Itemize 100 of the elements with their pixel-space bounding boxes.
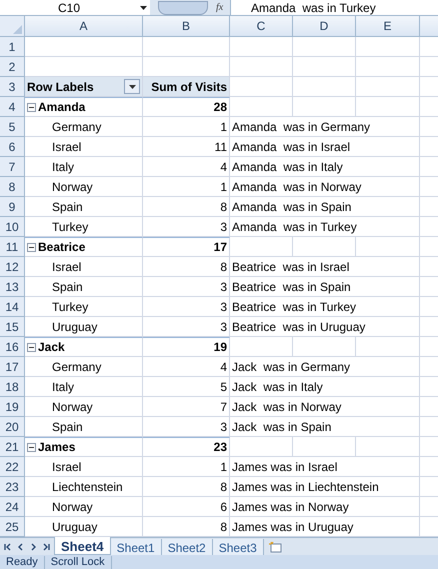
sheet-tab[interactable]: Sheet4 [54, 537, 111, 555]
row-number[interactable]: 14 [0, 297, 25, 317]
column-header[interactable]: A [25, 16, 143, 37]
sheet-tab[interactable]: Sheet3 [212, 539, 264, 555]
row-number[interactable]: 23 [0, 477, 25, 497]
filter-button[interactable] [124, 79, 140, 94]
column-header[interactable]: B [143, 16, 230, 37]
row-number[interactable]: 13 [0, 277, 25, 297]
cell-value: 8 [220, 198, 227, 216]
row-number[interactable]: 25 [0, 517, 25, 537]
cell-text: Amanda was in Italy [232, 158, 343, 176]
cell-text: Jack was in Spain [232, 418, 332, 436]
row-number[interactable]: 3 [0, 77, 25, 97]
empty-cell[interactable] [356, 97, 420, 117]
empty-cell[interactable] [293, 337, 356, 357]
row-number[interactable]: 2 [0, 57, 25, 77]
row-label: Turkey [52, 298, 88, 316]
pivot-header: Row Labels [27, 78, 94, 96]
empty-cell[interactable] [230, 37, 293, 57]
row-number[interactable]: 19 [0, 397, 25, 417]
collapse-icon[interactable] [27, 442, 36, 452]
cell-value: 7 [220, 398, 227, 416]
cell-text: James was in Liechtenstein [232, 478, 379, 496]
empty-cell[interactable] [143, 37, 230, 57]
empty-cell[interactable] [356, 437, 420, 457]
cell-text: Amanda was in Spain [232, 198, 352, 216]
empty-cell[interactable] [356, 77, 420, 97]
row-label: Uruguay [52, 318, 98, 336]
empty-cell[interactable] [293, 57, 356, 77]
row-number[interactable]: 15 [0, 317, 25, 337]
column-header[interactable]: C [230, 16, 293, 37]
function-label[interactable]: fx [216, 2, 224, 14]
dropdown-icon[interactable] [140, 6, 147, 10]
empty-cell[interactable] [293, 77, 356, 97]
row-label: Norway [52, 498, 93, 516]
cell-text: Amanda was in Norway [232, 178, 362, 196]
cell-value: 3 [220, 418, 227, 436]
cell-value: 3 [220, 278, 227, 296]
empty-cell[interactable] [356, 337, 420, 357]
sheet-nav-icon[interactable] [43, 542, 50, 550]
empty-cell[interactable] [230, 97, 293, 117]
cell-text: Beatrice was in Israel [232, 258, 350, 276]
row-number[interactable]: 8 [0, 177, 25, 197]
row-number[interactable]: 17 [0, 357, 25, 377]
row-number[interactable]: 11 [0, 237, 25, 257]
cell-value: 8 [220, 478, 227, 496]
column-header[interactable] [420, 16, 438, 37]
cell-text: Amanda was in Germany [232, 118, 370, 136]
empty-cell[interactable] [293, 437, 356, 457]
row-number[interactable]: 12 [0, 257, 25, 277]
select-all-corner[interactable] [0, 16, 25, 37]
row-number[interactable]: 7 [0, 157, 25, 177]
cell-text: Jack was in Germany [232, 358, 350, 376]
group-total: 17 [214, 239, 227, 256]
row-number[interactable]: 4 [0, 97, 25, 117]
cell-value: 6 [220, 498, 227, 516]
sheet-tab[interactable]: Sheet1 [110, 539, 162, 555]
cell-text: James was in Israel [232, 458, 338, 476]
name-box[interactable]: C10 [58, 0, 80, 14]
group-label: Jack [38, 339, 65, 356]
empty-cell[interactable] [230, 337, 293, 357]
cell-text: Jack was in Norway [232, 398, 342, 416]
empty-cell[interactable] [293, 37, 356, 57]
empty-cell[interactable] [230, 237, 293, 257]
row-number[interactable]: 18 [0, 377, 25, 397]
row-number[interactable]: 21 [0, 437, 25, 457]
row-number[interactable]: 5 [0, 117, 25, 137]
empty-cell[interactable] [356, 57, 420, 77]
status-text: Ready [0, 556, 45, 568]
row-number[interactable]: 24 [0, 497, 25, 517]
group-label: Amanda [38, 99, 86, 116]
row-label: Norway [52, 398, 93, 416]
row-number[interactable]: 6 [0, 137, 25, 157]
caret-icon [128, 84, 136, 88]
cell-text: Jack was in Italy [232, 378, 323, 396]
row-number[interactable]: 22 [0, 457, 25, 477]
collapse-icon[interactable] [27, 102, 36, 112]
new-sheet-icon[interactable] [268, 541, 282, 553]
cell-text: Beatrice was in Turkey [232, 298, 356, 316]
column-header[interactable]: D [293, 16, 356, 37]
sheet-tab[interactable]: Sheet2 [162, 539, 213, 555]
empty-cell[interactable] [230, 437, 293, 457]
cell-value: 4 [220, 358, 227, 376]
row-number[interactable]: 20 [0, 417, 25, 437]
empty-cell[interactable] [230, 57, 293, 77]
collapse-icon[interactable] [27, 242, 36, 252]
row-number[interactable]: 16 [0, 337, 25, 357]
empty-cell[interactable] [356, 37, 420, 57]
sheet-nav-icon[interactable] [4, 542, 11, 550]
column-header[interactable]: E [356, 16, 420, 37]
row-number[interactable]: 10 [0, 217, 25, 237]
collapse-icon[interactable] [27, 342, 36, 352]
row-label: Israel [52, 258, 82, 276]
empty-cell[interactable] [356, 237, 420, 257]
empty-cell[interactable] [293, 237, 356, 257]
empty-cell[interactable] [293, 97, 356, 117]
cell-text: Amanda was in Turkey [232, 218, 357, 236]
row-number[interactable]: 1 [0, 37, 25, 57]
row-number[interactable]: 9 [0, 197, 25, 217]
formula-button[interactable] [158, 0, 208, 14]
